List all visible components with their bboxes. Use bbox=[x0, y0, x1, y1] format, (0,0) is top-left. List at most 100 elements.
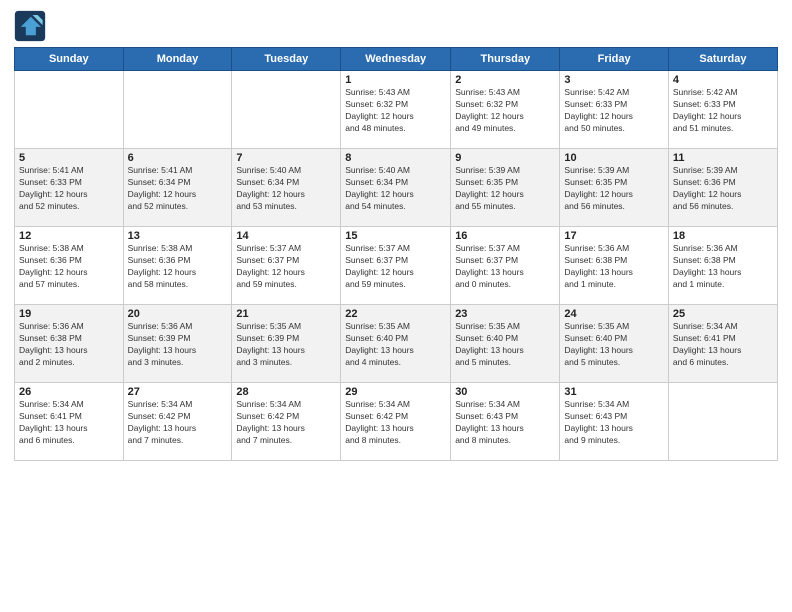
header-day-wednesday: Wednesday bbox=[341, 48, 451, 71]
calendar-cell: 15Sunrise: 5:37 AM Sunset: 6:37 PM Dayli… bbox=[341, 227, 451, 305]
day-number: 11 bbox=[673, 152, 773, 164]
day-info: Sunrise: 5:38 AM Sunset: 6:36 PM Dayligh… bbox=[128, 243, 228, 291]
day-number: 25 bbox=[673, 308, 773, 320]
day-info: Sunrise: 5:35 AM Sunset: 6:40 PM Dayligh… bbox=[345, 321, 446, 369]
calendar-week-row: 5Sunrise: 5:41 AM Sunset: 6:33 PM Daylig… bbox=[15, 149, 778, 227]
day-info: Sunrise: 5:38 AM Sunset: 6:36 PM Dayligh… bbox=[19, 243, 119, 291]
calendar-cell: 10Sunrise: 5:39 AM Sunset: 6:35 PM Dayli… bbox=[560, 149, 668, 227]
header-day-thursday: Thursday bbox=[451, 48, 560, 71]
header bbox=[14, 10, 778, 42]
calendar-week-row: 1Sunrise: 5:43 AM Sunset: 6:32 PM Daylig… bbox=[15, 71, 778, 149]
calendar-cell: 21Sunrise: 5:35 AM Sunset: 6:39 PM Dayli… bbox=[232, 305, 341, 383]
logo bbox=[14, 10, 50, 42]
calendar-cell: 2Sunrise: 5:43 AM Sunset: 6:32 PM Daylig… bbox=[451, 71, 560, 149]
day-number: 18 bbox=[673, 230, 773, 242]
day-number: 19 bbox=[19, 308, 119, 320]
day-number: 22 bbox=[345, 308, 446, 320]
day-number: 5 bbox=[19, 152, 119, 164]
calendar-cell: 17Sunrise: 5:36 AM Sunset: 6:38 PM Dayli… bbox=[560, 227, 668, 305]
calendar-cell bbox=[232, 71, 341, 149]
calendar-table: SundayMondayTuesdayWednesdayThursdayFrid… bbox=[14, 47, 778, 461]
calendar-cell: 29Sunrise: 5:34 AM Sunset: 6:42 PM Dayli… bbox=[341, 383, 451, 461]
day-number: 14 bbox=[236, 230, 336, 242]
day-info: Sunrise: 5:43 AM Sunset: 6:32 PM Dayligh… bbox=[455, 87, 555, 135]
calendar-cell bbox=[15, 71, 124, 149]
calendar-cell: 27Sunrise: 5:34 AM Sunset: 6:42 PM Dayli… bbox=[123, 383, 232, 461]
day-info: Sunrise: 5:41 AM Sunset: 6:34 PM Dayligh… bbox=[128, 165, 228, 213]
day-info: Sunrise: 5:34 AM Sunset: 6:42 PM Dayligh… bbox=[345, 399, 446, 447]
day-number: 2 bbox=[455, 74, 555, 86]
day-info: Sunrise: 5:35 AM Sunset: 6:40 PM Dayligh… bbox=[455, 321, 555, 369]
day-number: 21 bbox=[236, 308, 336, 320]
day-info: Sunrise: 5:35 AM Sunset: 6:39 PM Dayligh… bbox=[236, 321, 336, 369]
calendar-cell: 30Sunrise: 5:34 AM Sunset: 6:43 PM Dayli… bbox=[451, 383, 560, 461]
calendar-cell: 20Sunrise: 5:36 AM Sunset: 6:39 PM Dayli… bbox=[123, 305, 232, 383]
day-info: Sunrise: 5:40 AM Sunset: 6:34 PM Dayligh… bbox=[236, 165, 336, 213]
day-number: 13 bbox=[128, 230, 228, 242]
calendar-cell: 24Sunrise: 5:35 AM Sunset: 6:40 PM Dayli… bbox=[560, 305, 668, 383]
calendar-cell: 26Sunrise: 5:34 AM Sunset: 6:41 PM Dayli… bbox=[15, 383, 124, 461]
header-day-friday: Friday bbox=[560, 48, 668, 71]
calendar-cell: 13Sunrise: 5:38 AM Sunset: 6:36 PM Dayli… bbox=[123, 227, 232, 305]
calendar-week-row: 19Sunrise: 5:36 AM Sunset: 6:38 PM Dayli… bbox=[15, 305, 778, 383]
calendar-cell: 3Sunrise: 5:42 AM Sunset: 6:33 PM Daylig… bbox=[560, 71, 668, 149]
day-info: Sunrise: 5:39 AM Sunset: 6:36 PM Dayligh… bbox=[673, 165, 773, 213]
day-info: Sunrise: 5:36 AM Sunset: 6:38 PM Dayligh… bbox=[673, 243, 773, 291]
day-number: 27 bbox=[128, 386, 228, 398]
day-info: Sunrise: 5:42 AM Sunset: 6:33 PM Dayligh… bbox=[673, 87, 773, 135]
day-info: Sunrise: 5:35 AM Sunset: 6:40 PM Dayligh… bbox=[564, 321, 663, 369]
day-number: 26 bbox=[19, 386, 119, 398]
day-info: Sunrise: 5:37 AM Sunset: 6:37 PM Dayligh… bbox=[455, 243, 555, 291]
day-number: 9 bbox=[455, 152, 555, 164]
calendar-week-row: 12Sunrise: 5:38 AM Sunset: 6:36 PM Dayli… bbox=[15, 227, 778, 305]
calendar-cell: 31Sunrise: 5:34 AM Sunset: 6:43 PM Dayli… bbox=[560, 383, 668, 461]
day-number: 24 bbox=[564, 308, 663, 320]
calendar-cell: 25Sunrise: 5:34 AM Sunset: 6:41 PM Dayli… bbox=[668, 305, 777, 383]
day-info: Sunrise: 5:36 AM Sunset: 6:38 PM Dayligh… bbox=[564, 243, 663, 291]
calendar-week-row: 26Sunrise: 5:34 AM Sunset: 6:41 PM Dayli… bbox=[15, 383, 778, 461]
day-number: 7 bbox=[236, 152, 336, 164]
calendar-cell: 9Sunrise: 5:39 AM Sunset: 6:35 PM Daylig… bbox=[451, 149, 560, 227]
calendar-cell bbox=[123, 71, 232, 149]
day-number: 23 bbox=[455, 308, 555, 320]
day-number: 15 bbox=[345, 230, 446, 242]
day-number: 1 bbox=[345, 74, 446, 86]
day-number: 8 bbox=[345, 152, 446, 164]
day-info: Sunrise: 5:40 AM Sunset: 6:34 PM Dayligh… bbox=[345, 165, 446, 213]
day-number: 17 bbox=[564, 230, 663, 242]
day-number: 4 bbox=[673, 74, 773, 86]
calendar-cell: 23Sunrise: 5:35 AM Sunset: 6:40 PM Dayli… bbox=[451, 305, 560, 383]
day-info: Sunrise: 5:34 AM Sunset: 6:41 PM Dayligh… bbox=[673, 321, 773, 369]
day-info: Sunrise: 5:42 AM Sunset: 6:33 PM Dayligh… bbox=[564, 87, 663, 135]
day-info: Sunrise: 5:34 AM Sunset: 6:43 PM Dayligh… bbox=[455, 399, 555, 447]
day-info: Sunrise: 5:34 AM Sunset: 6:42 PM Dayligh… bbox=[236, 399, 336, 447]
header-day-tuesday: Tuesday bbox=[232, 48, 341, 71]
calendar-cell: 8Sunrise: 5:40 AM Sunset: 6:34 PM Daylig… bbox=[341, 149, 451, 227]
day-number: 16 bbox=[455, 230, 555, 242]
page: SundayMondayTuesdayWednesdayThursdayFrid… bbox=[0, 0, 792, 469]
calendar-cell: 12Sunrise: 5:38 AM Sunset: 6:36 PM Dayli… bbox=[15, 227, 124, 305]
day-info: Sunrise: 5:41 AM Sunset: 6:33 PM Dayligh… bbox=[19, 165, 119, 213]
day-info: Sunrise: 5:34 AM Sunset: 6:42 PM Dayligh… bbox=[128, 399, 228, 447]
day-number: 30 bbox=[455, 386, 555, 398]
calendar-cell: 1Sunrise: 5:43 AM Sunset: 6:32 PM Daylig… bbox=[341, 71, 451, 149]
day-info: Sunrise: 5:34 AM Sunset: 6:41 PM Dayligh… bbox=[19, 399, 119, 447]
calendar-cell: 16Sunrise: 5:37 AM Sunset: 6:37 PM Dayli… bbox=[451, 227, 560, 305]
logo-icon bbox=[14, 10, 46, 42]
day-number: 31 bbox=[564, 386, 663, 398]
calendar-header-row: SundayMondayTuesdayWednesdayThursdayFrid… bbox=[15, 48, 778, 71]
calendar-cell: 18Sunrise: 5:36 AM Sunset: 6:38 PM Dayli… bbox=[668, 227, 777, 305]
day-number: 29 bbox=[345, 386, 446, 398]
day-info: Sunrise: 5:36 AM Sunset: 6:39 PM Dayligh… bbox=[128, 321, 228, 369]
calendar-cell: 7Sunrise: 5:40 AM Sunset: 6:34 PM Daylig… bbox=[232, 149, 341, 227]
header-day-sunday: Sunday bbox=[15, 48, 124, 71]
calendar-cell: 28Sunrise: 5:34 AM Sunset: 6:42 PM Dayli… bbox=[232, 383, 341, 461]
day-info: Sunrise: 5:36 AM Sunset: 6:38 PM Dayligh… bbox=[19, 321, 119, 369]
day-number: 6 bbox=[128, 152, 228, 164]
day-info: Sunrise: 5:43 AM Sunset: 6:32 PM Dayligh… bbox=[345, 87, 446, 135]
calendar-cell: 14Sunrise: 5:37 AM Sunset: 6:37 PM Dayli… bbox=[232, 227, 341, 305]
day-info: Sunrise: 5:39 AM Sunset: 6:35 PM Dayligh… bbox=[455, 165, 555, 213]
header-day-monday: Monday bbox=[123, 48, 232, 71]
day-info: Sunrise: 5:37 AM Sunset: 6:37 PM Dayligh… bbox=[345, 243, 446, 291]
calendar-cell: 22Sunrise: 5:35 AM Sunset: 6:40 PM Dayli… bbox=[341, 305, 451, 383]
